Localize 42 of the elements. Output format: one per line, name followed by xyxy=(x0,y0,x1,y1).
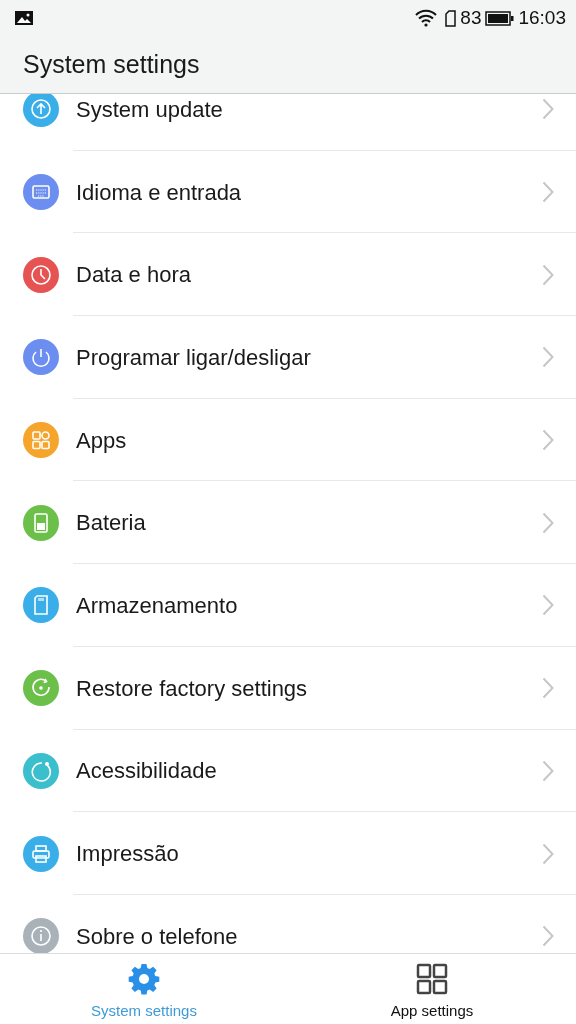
chevron-right-icon xyxy=(542,263,554,286)
battery-icon xyxy=(485,10,515,26)
row-label: Armazenamento xyxy=(76,591,238,620)
chevron-right-icon xyxy=(542,759,554,782)
chevron-right-icon xyxy=(542,842,554,865)
settings-row[interactable]: Impressão xyxy=(0,812,576,895)
row-label: System update xyxy=(76,95,223,124)
chevron-right-icon xyxy=(542,594,554,617)
chevron-right-icon xyxy=(542,181,554,204)
settings-row[interactable]: System update xyxy=(0,94,576,151)
settings-row[interactable]: Armazenamento xyxy=(0,564,576,647)
chevron-right-icon xyxy=(542,677,554,700)
chevron-right-icon xyxy=(542,346,554,369)
row-label: Idioma e entrada xyxy=(76,178,242,207)
chevron-right-icon xyxy=(542,925,554,948)
row-label: Sobre o telefone xyxy=(76,922,238,951)
bottom-tab[interactable]: App settings xyxy=(288,954,576,1024)
chevron-right-icon xyxy=(542,98,554,121)
settings-row[interactable]: Data e hora xyxy=(0,233,576,317)
gear-icon xyxy=(127,962,161,996)
row-label: Data e hora xyxy=(76,261,191,290)
settings-row[interactable]: Apps xyxy=(0,398,576,482)
row-label: Programar ligar/desligar xyxy=(76,343,311,372)
settings-row[interactable]: Idioma e entrada xyxy=(0,150,576,234)
page-title: System settings xyxy=(23,48,200,80)
battery-level-text: 83 xyxy=(460,5,482,30)
row-label: Apps xyxy=(76,426,127,455)
clock-time: 16:03 xyxy=(518,5,566,30)
image-icon xyxy=(14,10,34,26)
chevron-right-icon xyxy=(542,511,554,534)
settings-row[interactable]: Restore factory settings xyxy=(0,646,576,730)
row-label: Bateria xyxy=(76,509,146,538)
row-label: Acessibilidade xyxy=(76,757,217,786)
row-label: Impressão xyxy=(76,840,179,869)
settings-row[interactable]: Programar ligar/desligar xyxy=(0,316,576,399)
sim-card-icon xyxy=(445,9,457,27)
row-label: Restore factory settings xyxy=(76,674,308,703)
settings-row[interactable]: Acessibilidade xyxy=(0,729,576,813)
grid-icon xyxy=(415,962,449,996)
settings-row[interactable]: Bateria xyxy=(0,481,576,565)
chevron-right-icon xyxy=(542,429,554,452)
wifi-icon xyxy=(415,9,438,27)
